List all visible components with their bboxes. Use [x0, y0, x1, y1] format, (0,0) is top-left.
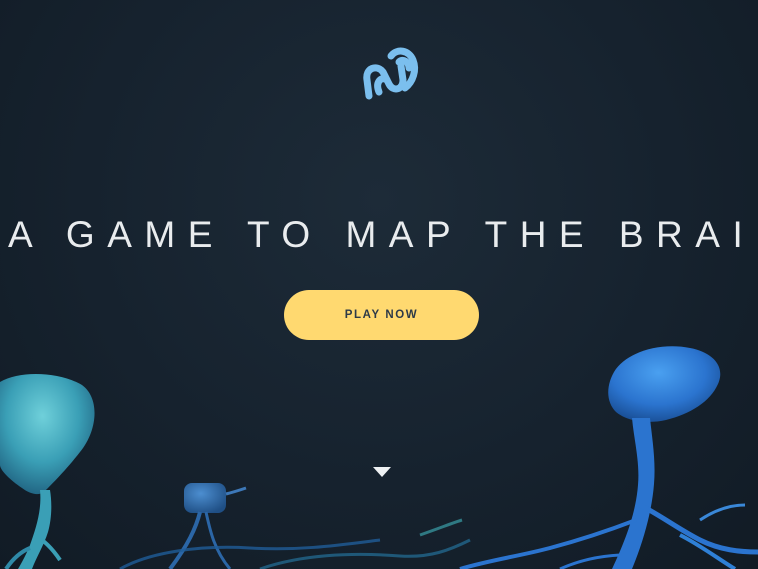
neuron-right [459, 346, 758, 569]
neuron-small [119, 483, 471, 569]
hero-tagline: A GAME TO MAP THE BRAIN [8, 214, 758, 255]
triangle-down-icon[interactable] [372, 466, 392, 478]
play-now-button[interactable]: PLAY NOW [284, 290, 479, 340]
hero-section: A GAME TO MAP THE BRAIN PLAY NOW [0, 0, 758, 569]
neuron-left [0, 374, 95, 569]
eyewire-logo-icon[interactable] [355, 38, 425, 108]
